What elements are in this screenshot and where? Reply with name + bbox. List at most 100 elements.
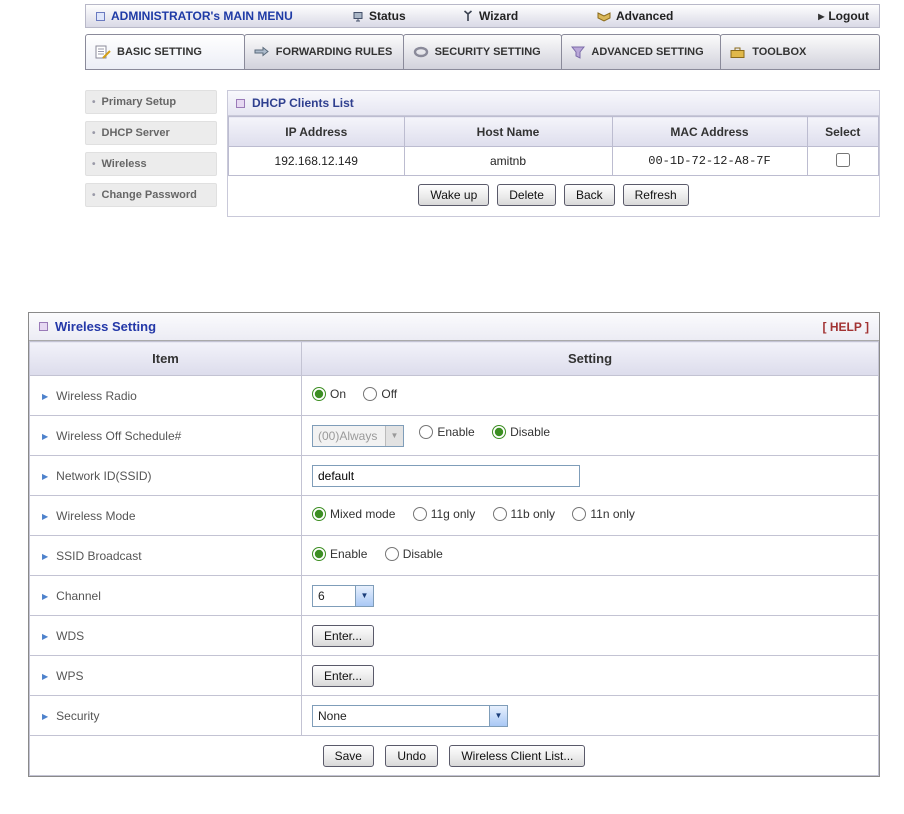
wireless-radio-off-input[interactable] bbox=[363, 387, 378, 401]
item-cell: ▶ Wireless Radio bbox=[29, 375, 302, 416]
mode-mixed-input[interactable] bbox=[312, 507, 326, 521]
item-arrow-icon: ▶ bbox=[42, 551, 49, 561]
item-label: Channel bbox=[56, 588, 101, 603]
option-label: 11g only bbox=[430, 507, 476, 521]
col-item: Item bbox=[29, 341, 302, 376]
refresh-button[interactable]: Refresh bbox=[622, 184, 689, 206]
mode-11n-option[interactable]: 11n only bbox=[572, 507, 635, 521]
tab-toolbox[interactable]: TOOLBOX bbox=[720, 34, 880, 70]
mode-11g-option[interactable]: 11g only bbox=[412, 507, 476, 521]
item-cell: ▶ WDS bbox=[29, 615, 302, 656]
dhcp-header-row: IP Address Host Name MAC Address Select bbox=[228, 116, 879, 147]
item-label: Network ID(SSID) bbox=[56, 468, 152, 483]
tab-security-setting-label: SECURITY SETTING bbox=[434, 46, 541, 58]
ssid-input[interactable] bbox=[312, 464, 580, 487]
sidebar-item-primary-setup[interactable]: • Primary Setup bbox=[85, 90, 217, 114]
sidebar-item-change-password[interactable]: • Change Password bbox=[85, 183, 217, 207]
item-arrow-icon: ▶ bbox=[42, 591, 49, 601]
help-link[interactable]: [ HELP ] bbox=[823, 320, 869, 334]
wireless-radio-on-option[interactable]: On bbox=[312, 387, 346, 401]
item-cell: ▶ Channel bbox=[29, 575, 302, 616]
item-label: Wireless Off Schedule# bbox=[56, 428, 182, 443]
row-security: ▶ Security None ▼ bbox=[29, 695, 879, 736]
panel-square-icon bbox=[236, 98, 245, 108]
tab-basic-setting-label: BASIC SETTING bbox=[117, 46, 202, 58]
main-menu[interactable]: ADMINISTRATOR's MAIN MENU bbox=[96, 9, 352, 23]
main-menu-label: ADMINISTRATOR's MAIN MENU bbox=[111, 9, 293, 23]
row-channel: ▶ Channel 6 ▼ bbox=[29, 575, 879, 616]
row-wireless-off-schedule: ▶ Wireless Off Schedule# (00)Always ▼ Ena… bbox=[29, 415, 879, 456]
client-select-checkbox[interactable] bbox=[835, 152, 850, 167]
wds-enter-button[interactable]: Enter... bbox=[312, 624, 375, 647]
bullet-icon: • bbox=[92, 96, 96, 108]
schedule-disable-input[interactable] bbox=[492, 424, 507, 439]
setting-cell: Enter... bbox=[301, 615, 879, 656]
broadcast-enable-option[interactable]: Enable bbox=[312, 547, 367, 561]
mode-11g-input[interactable] bbox=[412, 507, 427, 521]
dropdown-arrow-icon: ▼ bbox=[385, 425, 403, 446]
tab-advanced-setting-label: ADVANCED SETTING bbox=[591, 46, 704, 58]
sidebar-item-dhcp-server[interactable]: • DHCP Server bbox=[85, 121, 217, 145]
mode-11b-option[interactable]: 11b only bbox=[492, 507, 556, 521]
main-menu-icon bbox=[96, 11, 105, 21]
row-wds: ▶ WDS Enter... bbox=[29, 615, 879, 656]
dhcp-clients-panel: DHCP Clients List IP Address Host Name M… bbox=[227, 90, 880, 217]
sidebar-item-label: Primary Setup bbox=[101, 96, 177, 108]
save-button[interactable]: Save bbox=[322, 744, 374, 767]
mode-mixed-option[interactable]: Mixed mode bbox=[312, 507, 395, 521]
option-label: Disable bbox=[510, 424, 551, 439]
item-cell: ▶ Security bbox=[29, 695, 302, 736]
menu-advanced[interactable]: Advanced bbox=[597, 9, 818, 23]
schedule-enable-input[interactable] bbox=[419, 424, 434, 439]
option-label: 11b only bbox=[510, 507, 556, 521]
schedule-select-value: (00)Always bbox=[318, 428, 378, 443]
menu-status[interactable]: Status bbox=[352, 9, 462, 23]
item-label: Security bbox=[56, 708, 100, 723]
status-icon bbox=[352, 10, 364, 22]
wireless-radio-off-option[interactable]: Off bbox=[363, 387, 397, 401]
setting-cell: Enable Disable bbox=[301, 535, 879, 576]
wps-enter-button[interactable]: Enter... bbox=[312, 664, 375, 687]
bullet-icon: • bbox=[92, 158, 96, 170]
undo-button[interactable]: Undo bbox=[385, 744, 438, 767]
sidebar-item-wireless[interactable]: • Wireless bbox=[85, 152, 217, 176]
channel-select-value: 6 bbox=[318, 588, 325, 603]
option-label: Mixed mode bbox=[330, 507, 396, 521]
broadcast-disable-input[interactable] bbox=[384, 547, 399, 561]
broadcast-disable-option[interactable]: Disable bbox=[384, 547, 443, 561]
security-select[interactable]: None ▼ bbox=[312, 704, 508, 727]
menu-logout[interactable]: ▶ Logout bbox=[818, 9, 869, 23]
tab-security-setting[interactable]: SECURITY SETTING bbox=[402, 34, 563, 70]
dropdown-arrow-icon: ▼ bbox=[355, 585, 373, 606]
wireless-client-list-button[interactable]: Wireless Client List... bbox=[449, 744, 586, 767]
bullet-icon: • bbox=[92, 127, 96, 139]
menu-advanced-label: Advanced bbox=[616, 9, 674, 23]
col-ip-address: IP Address bbox=[228, 116, 405, 147]
col-mac-address: MAC Address bbox=[611, 116, 808, 147]
row-ssid-broadcast: ▶ SSID Broadcast Enable Disable bbox=[29, 535, 879, 576]
back-button[interactable]: Back bbox=[563, 184, 615, 206]
row-network-id-ssid: ▶ Network ID(SSID) bbox=[29, 455, 879, 496]
wake-up-button[interactable]: Wake up bbox=[418, 184, 490, 206]
schedule-enable-option[interactable]: Enable bbox=[419, 424, 475, 439]
option-label: Enable bbox=[330, 547, 368, 561]
schedule-disable-option[interactable]: Disable bbox=[492, 424, 551, 439]
tab-basic-setting[interactable]: BASIC SETTING bbox=[85, 34, 245, 70]
main-tabbar: BASIC SETTING FORWARDING RULES SECURITY … bbox=[85, 34, 880, 70]
wireless-radio-on-input[interactable] bbox=[312, 387, 326, 401]
item-cell: ▶ Wireless Mode bbox=[29, 495, 302, 536]
channel-select[interactable]: 6 ▼ bbox=[312, 584, 374, 607]
sidebar-item-label: Wireless bbox=[101, 158, 147, 170]
mode-11b-input[interactable] bbox=[492, 507, 507, 521]
dhcp-clients-table: IP Address Host Name MAC Address Select … bbox=[228, 116, 879, 176]
broadcast-enable-input[interactable] bbox=[312, 547, 326, 561]
dropdown-arrow-icon: ▼ bbox=[489, 705, 507, 726]
tab-forwarding-rules[interactable]: FORWARDING RULES bbox=[243, 34, 404, 70]
item-arrow-icon: ▶ bbox=[42, 631, 49, 641]
schedule-select[interactable]: (00)Always ▼ bbox=[312, 424, 404, 447]
mode-11n-input[interactable] bbox=[572, 507, 587, 521]
menu-status-label: Status bbox=[369, 9, 406, 23]
delete-button[interactable]: Delete bbox=[497, 184, 556, 206]
tab-advanced-setting[interactable]: ADVANCED SETTING bbox=[561, 34, 722, 70]
menu-wizard[interactable]: Wizard bbox=[462, 9, 597, 23]
